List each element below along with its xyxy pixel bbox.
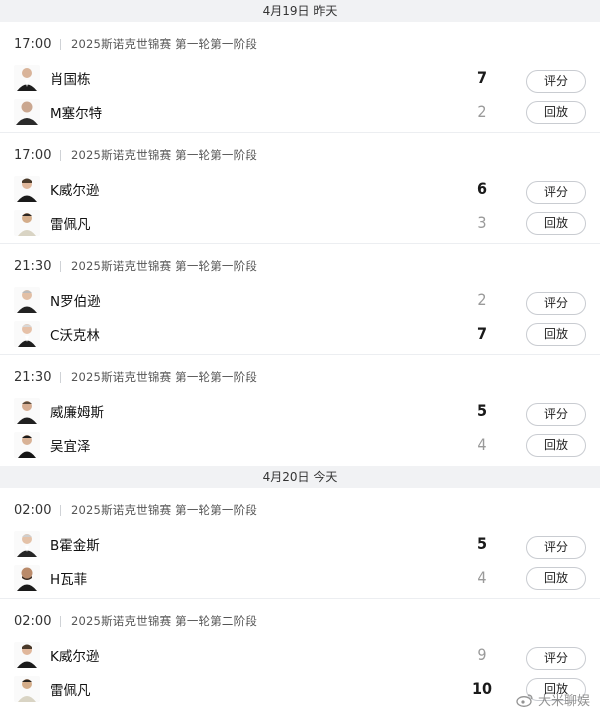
player-score: 2 <box>477 102 487 121</box>
player-row[interactable]: M塞尔特 <box>14 97 102 127</box>
player-name: 雷佩凡 <box>50 683 91 699</box>
event-name: 2025斯诺克世锦赛 第一轮第一阶段 <box>71 259 258 273</box>
player-row[interactable]: B霍金斯 <box>14 529 100 559</box>
event-name: 2025斯诺克世锦赛 第一轮第二阶段 <box>71 614 258 628</box>
rate-button[interactable]: 评分 <box>526 70 586 93</box>
player-row[interactable]: H瓦菲 <box>14 563 87 593</box>
player-row[interactable]: K威尔逊 <box>14 640 99 670</box>
replay-button[interactable]: 回放 <box>526 212 586 235</box>
match-time: 17:00 <box>14 147 52 163</box>
player-score: 4 <box>477 568 487 587</box>
player-name: N罗伯逊 <box>50 294 101 310</box>
player-name: K威尔逊 <box>50 183 100 199</box>
player-name: B霍金斯 <box>50 538 100 554</box>
player-name: 吴宜泽 <box>50 439 91 455</box>
divider <box>60 371 61 383</box>
player-row[interactable]: 雷佩凡 <box>14 674 91 704</box>
player-score: 3 <box>477 213 487 232</box>
event-name: 2025斯诺克世锦赛 第一轮第一阶段 <box>71 503 258 517</box>
match-time: 21:30 <box>14 258 52 274</box>
match-card[interactable]: 02:00 2025斯诺克世锦赛 第一轮第二阶段 K威尔逊 雷佩凡 9 10 评… <box>0 599 600 710</box>
rate-button[interactable]: 评分 <box>526 292 586 315</box>
match-time: 02:00 <box>14 613 52 629</box>
watermark-text: 大米聊娱 <box>537 694 590 709</box>
player-name: 雷佩凡 <box>50 217 91 233</box>
rate-button[interactable]: 评分 <box>526 536 586 559</box>
player-avatar <box>14 176 40 202</box>
divider <box>60 504 61 516</box>
replay-button[interactable]: 回放 <box>526 567 586 590</box>
player-row[interactable]: 雷佩凡 <box>14 208 91 238</box>
player-avatar <box>14 642 40 668</box>
player-row[interactable]: C沃克林 <box>14 319 100 349</box>
player-avatar <box>14 99 40 125</box>
player-row[interactable]: 肖国栋 <box>14 63 91 93</box>
match-time: 17:00 <box>14 36 52 52</box>
schedule-list: 4月19日 昨天 17:00 2025斯诺克世锦赛 第一轮第一阶段 肖国栋 M塞… <box>0 0 600 710</box>
player-score: 5 <box>476 401 487 420</box>
player-score: 10 <box>471 679 493 698</box>
date-header: 4月20日 今天 <box>0 466 600 488</box>
match-card[interactable]: 17:00 2025斯诺克世锦赛 第一轮第一阶段 肖国栋 M塞尔特 7 2 评分… <box>0 22 600 133</box>
player-score: 9 <box>477 645 487 664</box>
divider <box>60 615 61 627</box>
player-name: H瓦菲 <box>50 572 88 588</box>
rate-button[interactable]: 评分 <box>526 403 586 426</box>
player-avatar <box>14 565 40 591</box>
match-card[interactable]: 21:30 2025斯诺克世锦赛 第一轮第一阶段 N罗伯逊 C沃克林 2 7 评… <box>0 244 600 355</box>
replay-button[interactable]: 回放 <box>526 434 586 457</box>
player-score: 4 <box>477 435 487 454</box>
player-row[interactable]: N罗伯逊 <box>14 285 101 315</box>
player-score: 5 <box>476 534 487 553</box>
replay-button[interactable]: 回放 <box>526 323 586 346</box>
watermark: 大米聊娱 <box>516 690 590 709</box>
player-avatar <box>14 398 40 424</box>
match-card[interactable]: 17:00 2025斯诺克世锦赛 第一轮第一阶段 K威尔逊 雷佩凡 6 3 评分… <box>0 133 600 244</box>
replay-button[interactable]: 回放 <box>526 101 586 124</box>
player-row[interactable]: K威尔逊 <box>14 174 99 204</box>
player-avatar <box>14 65 40 91</box>
event-name: 2025斯诺克世锦赛 第一轮第一阶段 <box>71 370 258 384</box>
rate-button[interactable]: 评分 <box>526 181 586 204</box>
player-score: 7 <box>476 68 487 87</box>
player-score: 6 <box>476 179 487 198</box>
player-avatar <box>14 210 40 236</box>
match-card[interactable]: 21:30 2025斯诺克世锦赛 第一轮第一阶段 威廉姆斯 吴宜泽 5 4 评分… <box>0 355 600 466</box>
divider <box>60 260 61 272</box>
match-time: 21:30 <box>14 369 52 385</box>
divider <box>60 38 61 50</box>
divider <box>60 149 61 161</box>
match-card[interactable]: 02:00 2025斯诺克世锦赛 第一轮第一阶段 B霍金斯 H瓦菲 5 4 评分… <box>0 488 600 599</box>
player-score: 2 <box>477 290 487 309</box>
player-avatar <box>14 287 40 313</box>
player-avatar <box>14 676 40 702</box>
player-name: 肖国栋 <box>50 72 91 88</box>
player-avatar <box>14 531 40 557</box>
player-name: 威廉姆斯 <box>50 405 104 421</box>
player-avatar <box>14 432 40 458</box>
player-row[interactable]: 威廉姆斯 <box>14 396 104 426</box>
date-header: 4月19日 昨天 <box>0 0 600 22</box>
player-score: 7 <box>476 324 487 343</box>
event-name: 2025斯诺克世锦赛 第一轮第一阶段 <box>71 37 258 51</box>
player-name: M塞尔特 <box>50 106 103 122</box>
event-name: 2025斯诺克世锦赛 第一轮第一阶段 <box>71 148 258 162</box>
player-row[interactable]: 吴宜泽 <box>14 430 91 460</box>
player-avatar <box>14 321 40 347</box>
weibo-icon <box>516 693 533 707</box>
match-time: 02:00 <box>14 502 52 518</box>
player-name: K威尔逊 <box>50 649 100 665</box>
player-name: C沃克林 <box>50 328 100 344</box>
rate-button[interactable]: 评分 <box>526 647 586 670</box>
